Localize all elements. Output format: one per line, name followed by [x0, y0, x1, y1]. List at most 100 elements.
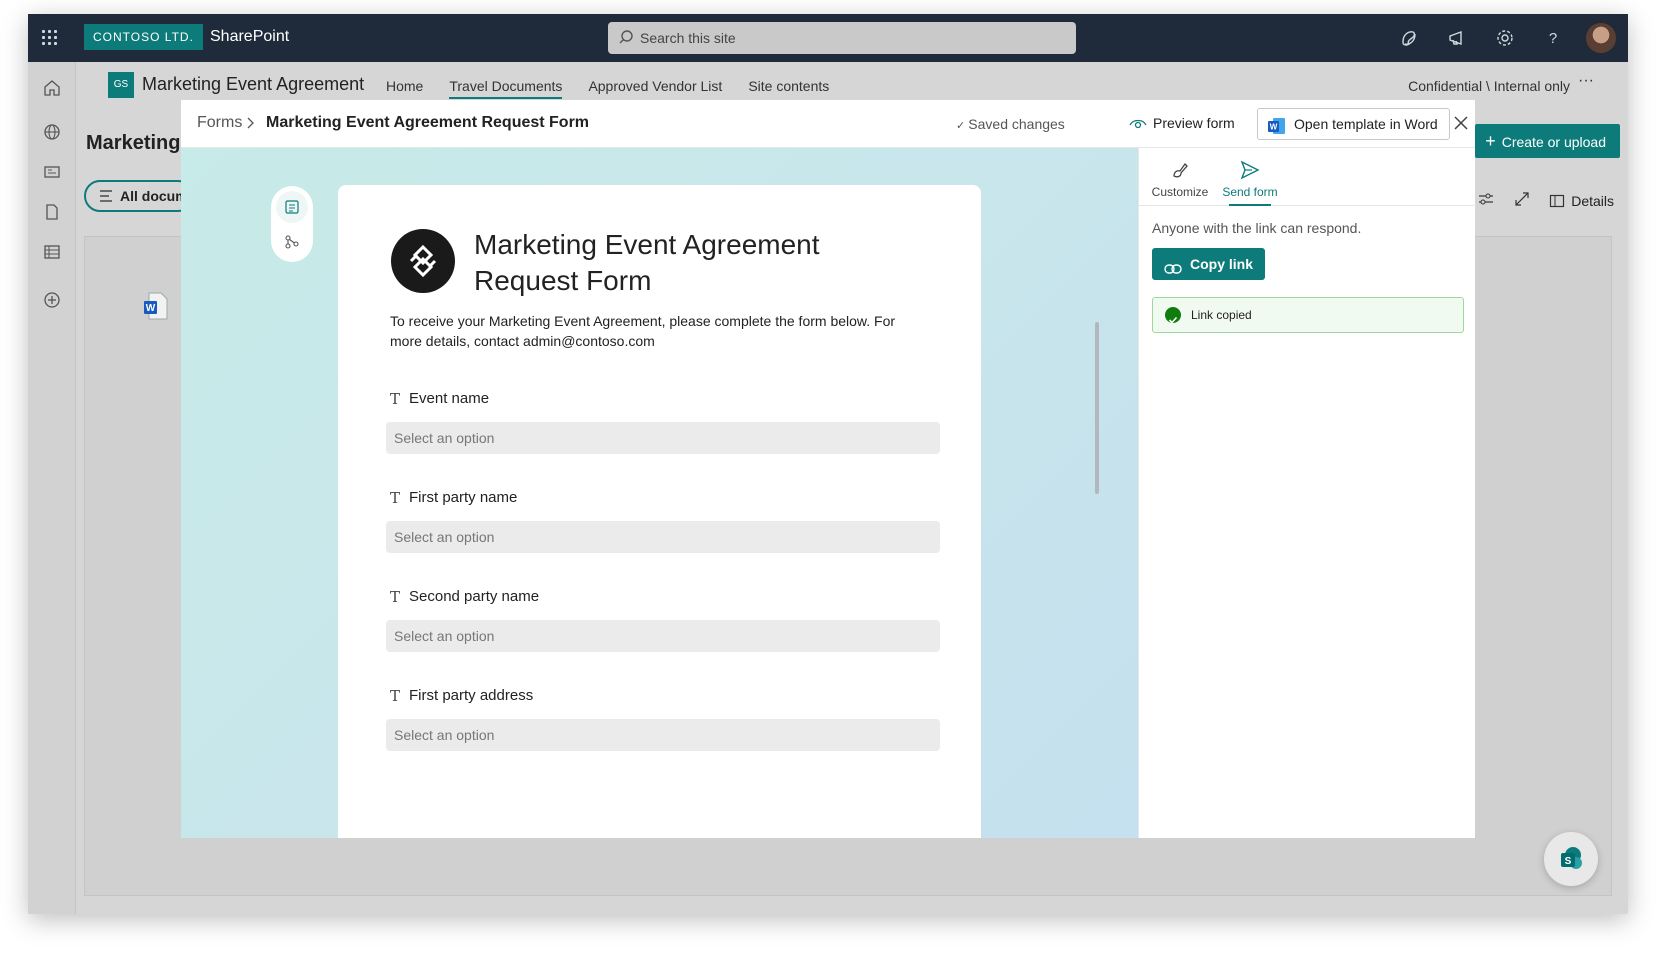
open-template-in-word-label: Open template in Word — [1294, 116, 1438, 132]
nav-home[interactable]: Home — [386, 78, 423, 99]
dialog-header: Forms Marketing Event Agreement Request … — [181, 100, 1475, 148]
field-input-first-party-name[interactable]: Select an option — [386, 521, 940, 553]
field-label-text: Event name — [409, 390, 490, 407]
preview-form-button[interactable]: Preview form — [1129, 115, 1235, 131]
breadcrumb-current: Marketing Event Agreement Request Form — [266, 114, 590, 131]
send-icon — [1238, 158, 1262, 182]
field-label-first-party-address[interactable]: T First party address — [390, 687, 534, 705]
link-copied-text: Link copied — [1191, 308, 1252, 322]
checkmark-icon: ✓ — [956, 120, 969, 132]
text-field-icon: T — [390, 489, 401, 507]
waffle-icon[interactable] — [42, 30, 58, 46]
saved-status-label: Saved changes — [968, 116, 1065, 132]
sharepoint-fab-button[interactable]: S — [1544, 832, 1598, 886]
plus-icon: + — [1485, 131, 1496, 151]
gear-icon[interactable] — [1490, 23, 1520, 53]
details-button[interactable]: Details — [1549, 193, 1614, 209]
text-field-icon: T — [390, 390, 401, 408]
avatar[interactable] — [1586, 23, 1616, 53]
nav-travel-documents[interactable]: Travel Documents — [449, 78, 563, 99]
left-rail — [28, 62, 76, 914]
link-icon — [1164, 256, 1182, 288]
form-description[interactable]: To receive your Marketing Event Agreemen… — [390, 311, 900, 351]
text-field-icon: T — [390, 687, 401, 705]
search-input[interactable]: Search this site — [608, 22, 1076, 54]
nav-approved-vendor-list[interactable]: Approved Vendor List — [588, 78, 722, 99]
eye-icon — [1129, 115, 1147, 136]
field-input-second-party-name[interactable]: Select an option — [386, 620, 940, 652]
tab-send-form[interactable]: Send form — [1215, 158, 1285, 206]
success-check-icon — [1165, 307, 1181, 324]
suite-bar: CONTOSO LTD. SharePoint Search this site… — [28, 14, 1628, 62]
close-icon[interactable] — [1451, 112, 1471, 134]
create-or-upload-label: Create or upload — [1501, 134, 1606, 150]
tab-customize[interactable]: Customize — [1145, 158, 1215, 199]
form-side-toolbar — [271, 186, 313, 262]
share-info-text: Anyone with the link can respond. — [1152, 220, 1362, 236]
word-icon: W — [1268, 115, 1286, 145]
nav-site-contents[interactable]: Site contents — [748, 78, 829, 99]
page-heading: Marketing — [86, 132, 181, 154]
word-file-icon[interactable]: W — [144, 292, 168, 320]
copy-link-label: Copy link — [1190, 256, 1254, 272]
help-icon[interactable]: ? — [1538, 23, 1568, 53]
canvas-scrollbar[interactable] — [1095, 322, 1099, 494]
svg-text:W: W — [146, 303, 156, 314]
list-icon[interactable] — [40, 240, 64, 264]
field-label-first-party-name[interactable]: T First party name — [390, 489, 518, 507]
list-view-icon — [98, 182, 114, 219]
site-logo[interactable]: GS — [108, 72, 134, 98]
preview-form-label: Preview form — [1153, 115, 1235, 131]
site-title[interactable]: Marketing Event Agreement — [142, 74, 364, 95]
field-input-first-party-address[interactable]: Select an option — [386, 719, 940, 751]
field-label-text: Second party name — [409, 588, 540, 605]
megaphone-icon[interactable] — [1442, 23, 1472, 53]
form-logo-icon — [391, 229, 455, 293]
home-icon[interactable] — [40, 76, 64, 100]
create-or-upload-button[interactable]: + Create or upload — [1475, 124, 1620, 158]
svg-text:W: W — [1270, 123, 1278, 132]
svg-text:?: ? — [1549, 30, 1557, 47]
copilot-icon[interactable] — [1394, 23, 1424, 53]
panel-tabs: Customize Send form — [1139, 148, 1476, 206]
filter-icon[interactable] — [1477, 190, 1495, 211]
document-icon[interactable] — [40, 200, 64, 224]
view-switcher-label: All docum — [120, 188, 188, 204]
paint-brush-icon — [1168, 158, 1192, 182]
app-name[interactable]: SharePoint — [210, 28, 289, 46]
send-form-panel: Customize Send form Anyone with the link… — [1138, 148, 1476, 838]
branching-icon[interactable] — [276, 226, 308, 258]
tab-customize-label: Customize — [1151, 185, 1209, 199]
breadcrumb-forms[interactable]: Forms — [197, 114, 242, 132]
search-icon — [618, 22, 634, 65]
form-title[interactable]: Marketing Event Agreement Request Form — [474, 227, 854, 299]
text-field-icon: T — [390, 588, 401, 606]
sharepoint-window: CONTOSO LTD. SharePoint Search this site… — [28, 14, 1628, 914]
field-label-event-name[interactable]: T Event name — [390, 390, 490, 408]
search-placeholder: Search this site — [640, 30, 736, 46]
sensitivity-label[interactable]: Confidential \ Internal only — [1408, 78, 1570, 94]
news-icon[interactable] — [40, 160, 64, 184]
field-label-text: First party address — [409, 687, 534, 704]
globe-icon[interactable] — [40, 120, 64, 144]
tab-send-form-label: Send form — [1222, 185, 1278, 199]
saved-status: ✓ Saved changes — [956, 116, 1065, 132]
chevron-right-icon — [245, 114, 255, 135]
field-label-text: First party name — [409, 489, 518, 506]
field-label-second-party-name[interactable]: T Second party name — [390, 588, 540, 606]
details-label: Details — [1571, 192, 1614, 209]
site-nav: Home Travel Documents Approved Vendor Li… — [386, 78, 829, 99]
more-options-icon[interactable]: ··· — [1578, 72, 1594, 90]
field-input-event-name[interactable]: Select an option — [386, 422, 940, 454]
form-card: Marketing Event Agreement Request Form T… — [338, 185, 981, 838]
form-editor-dialog: Forms Marketing Event Agreement Request … — [181, 100, 1476, 838]
details-pane-icon — [1550, 194, 1565, 207]
form-fields-icon[interactable] — [276, 191, 308, 223]
add-circle-icon[interactable] — [40, 288, 64, 312]
copy-link-button[interactable]: Copy link — [1152, 248, 1266, 280]
open-template-in-word-button[interactable]: W Open template in Word — [1257, 108, 1450, 140]
expand-icon[interactable] — [1513, 190, 1531, 211]
org-badge[interactable]: CONTOSO LTD. — [84, 24, 203, 50]
view-switcher-button[interactable]: All docum — [84, 180, 194, 212]
link-copied-notification: Link copied — [1152, 297, 1464, 333]
